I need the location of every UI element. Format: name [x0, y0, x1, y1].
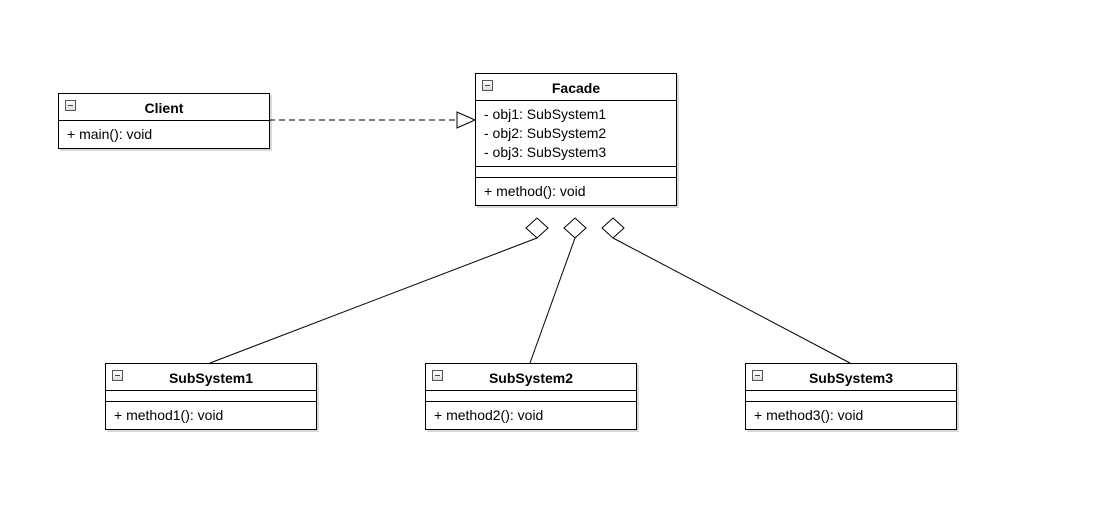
method-row: + main(): void — [67, 125, 261, 144]
collapse-icon[interactable] — [752, 370, 763, 381]
collapse-icon[interactable] — [112, 370, 123, 381]
class-facade-title: Facade — [476, 74, 676, 101]
class-name: Client — [145, 100, 184, 116]
attribute-row: - obj2: SubSystem2 — [484, 124, 668, 143]
method-row: + method(): void — [484, 182, 668, 201]
class-subsystem3-methods: + method3(): void — [746, 402, 956, 429]
aggregation-diamond-center — [564, 218, 586, 238]
method-row: + method1(): void — [114, 406, 308, 425]
class-subsystem1-title: SubSystem1 — [106, 364, 316, 391]
attribute-row: - obj3: SubSystem3 — [484, 143, 668, 162]
class-facade-methods: + method(): void — [476, 178, 676, 205]
aggregation-diamond-left — [526, 218, 548, 238]
class-name: SubSystem3 — [809, 370, 893, 386]
class-facade-empty-section — [476, 167, 676, 178]
attribute-row: - obj1: SubSystem1 — [484, 105, 668, 124]
class-subsystem1[interactable]: SubSystem1 + method1(): void — [105, 363, 317, 430]
aggregation-diamond-right — [602, 218, 624, 238]
class-subsystem3[interactable]: SubSystem3 + method3(): void — [745, 363, 957, 430]
class-subsystem1-empty-section — [106, 391, 316, 402]
collapse-icon[interactable] — [432, 370, 443, 381]
class-subsystem3-title: SubSystem3 — [746, 364, 956, 391]
dependency-open-triangle — [457, 112, 475, 128]
method-row: + method2(): void — [434, 406, 628, 425]
class-client-methods: + main(): void — [59, 121, 269, 148]
class-subsystem2-empty-section — [426, 391, 636, 402]
class-subsystem3-empty-section — [746, 391, 956, 402]
collapse-icon[interactable] — [65, 100, 76, 111]
class-client-title: Client — [59, 94, 269, 121]
aggregation-line-sub2 — [530, 238, 575, 363]
class-name: Facade — [552, 80, 600, 96]
aggregation-line-sub3 — [613, 238, 850, 363]
class-name: SubSystem2 — [489, 370, 573, 386]
class-subsystem2-title: SubSystem2 — [426, 364, 636, 391]
class-name: SubSystem1 — [169, 370, 253, 386]
class-subsystem2-methods: + method2(): void — [426, 402, 636, 429]
class-client[interactable]: Client + main(): void — [58, 93, 270, 149]
aggregation-line-sub1 — [210, 238, 537, 363]
collapse-icon[interactable] — [482, 80, 493, 91]
class-subsystem2[interactable]: SubSystem2 + method2(): void — [425, 363, 637, 430]
class-subsystem1-methods: + method1(): void — [106, 402, 316, 429]
class-facade-attributes: - obj1: SubSystem1 - obj2: SubSystem2 - … — [476, 101, 676, 167]
method-row: + method3(): void — [754, 406, 948, 425]
class-facade[interactable]: Facade - obj1: SubSystem1 - obj2: SubSys… — [475, 73, 677, 206]
